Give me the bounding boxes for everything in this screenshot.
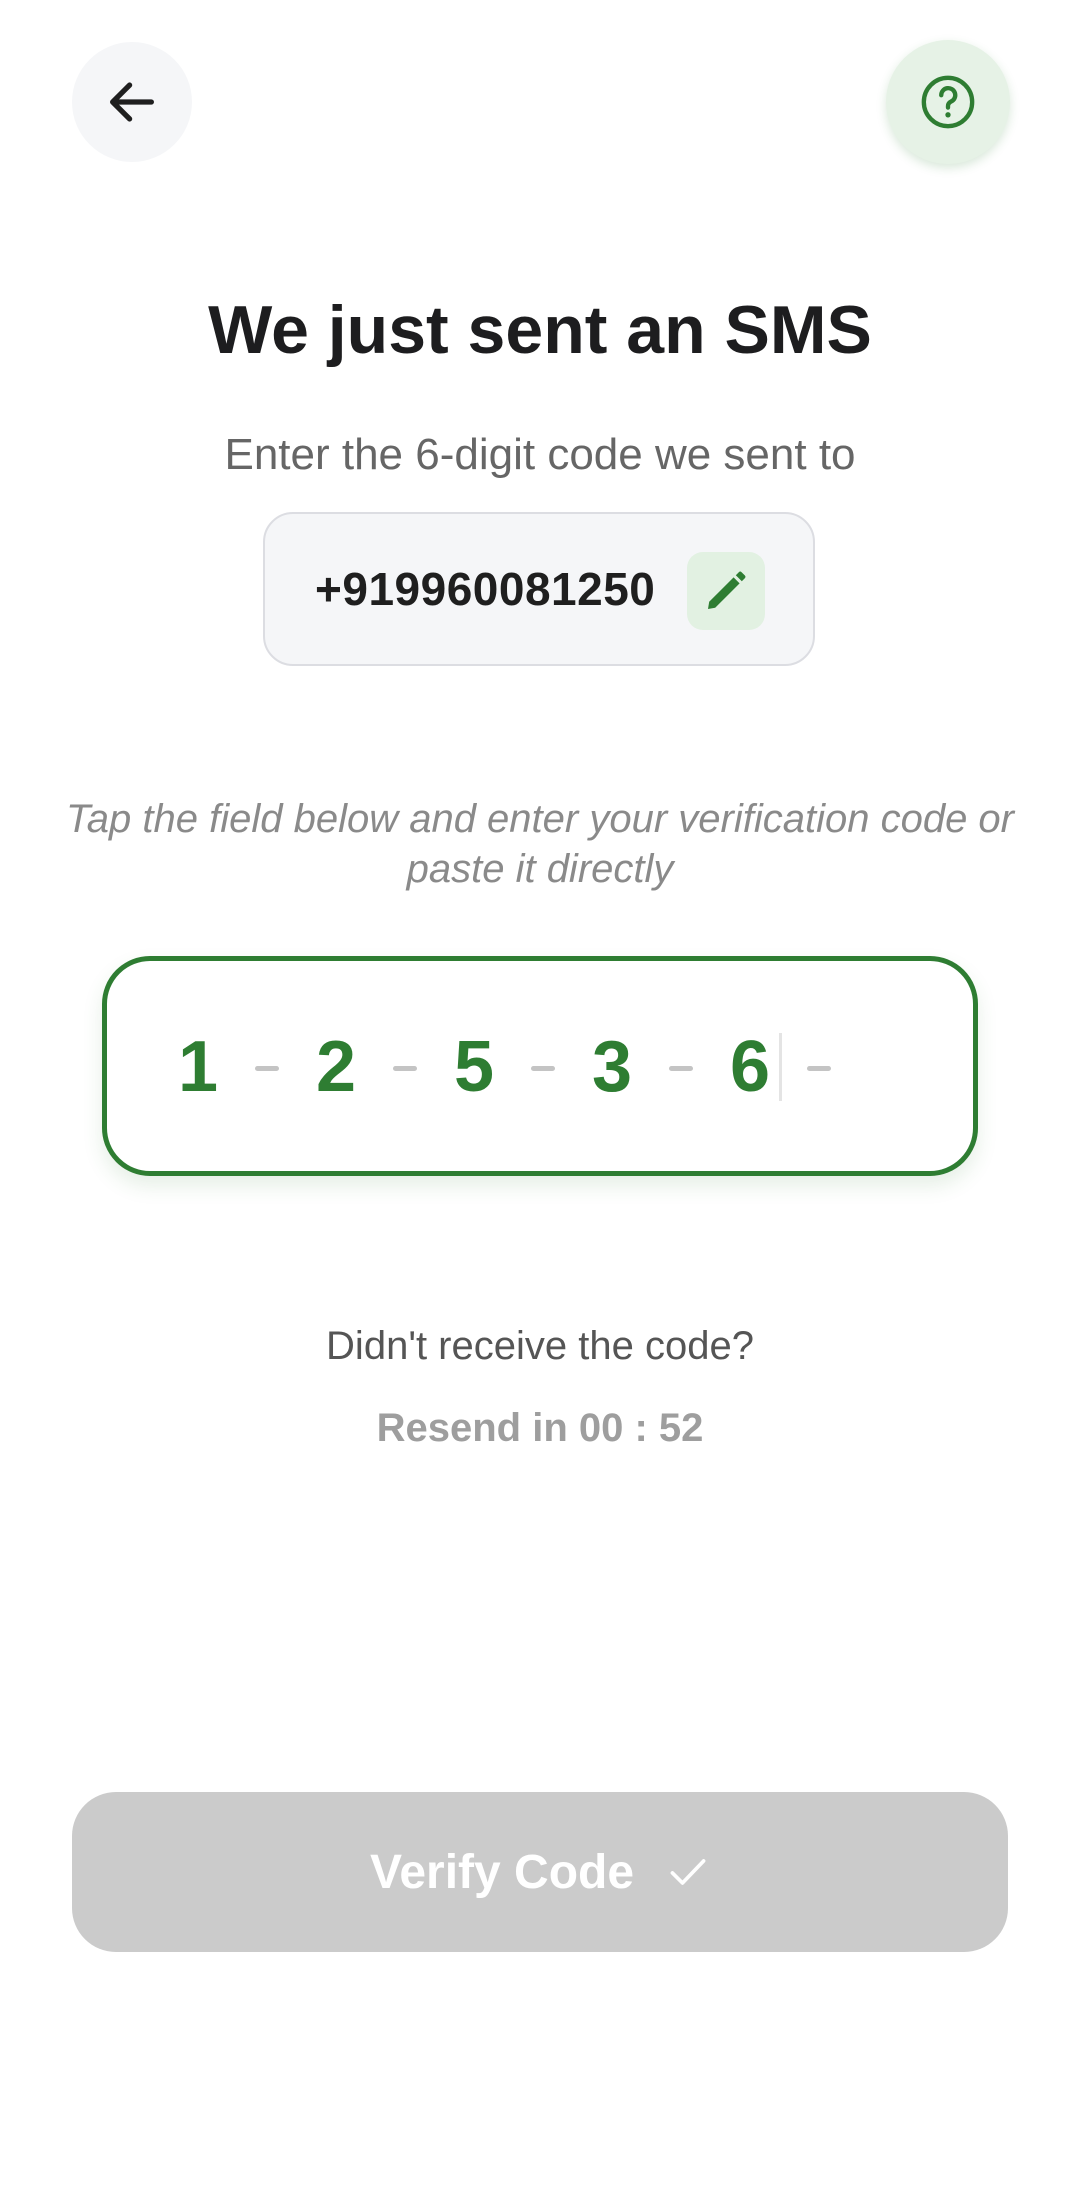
page-title: We just sent an SMS [208,292,872,368]
otp-digit-3: 5 [453,1027,495,1107]
otp-digit-4: 3 [591,1027,633,1107]
phone-number-chip: +919960081250 [263,512,815,666]
resend-timer: Resend in 00 : 52 [376,1406,704,1450]
arrow-left-icon [110,82,154,122]
otp-digit-2: 2 [315,1027,357,1107]
otp-separator [669,1066,693,1071]
otp-digit-1: 1 [177,1027,219,1107]
back-button[interactable] [72,42,192,162]
verify-code-button[interactable]: Verify Code [72,1792,1008,1952]
help-button[interactable] [886,40,1010,164]
edit-phone-button[interactable] [687,552,765,630]
pencil-icon [708,571,746,609]
otp-separator [393,1066,417,1071]
otp-separator [807,1066,831,1071]
check-icon [666,1850,710,1894]
text-cursor [779,1033,782,1101]
help-circle-icon [921,75,975,129]
phone-number: +919960081250 [315,563,656,615]
otp-separator [531,1066,555,1071]
verify-code-label: Verify Code [369,1845,635,1899]
page-subtitle: Enter the 6-digit code we sent to [224,430,856,479]
otp-separator [255,1066,279,1071]
otp-input[interactable]: 1 2 5 3 6 [102,956,978,1176]
otp-digit-5: 6 [729,1027,771,1107]
instruction-hint: Tap the field below and enter your verif… [66,797,1014,891]
resend-question: Didn't receive the code? [326,1324,754,1368]
